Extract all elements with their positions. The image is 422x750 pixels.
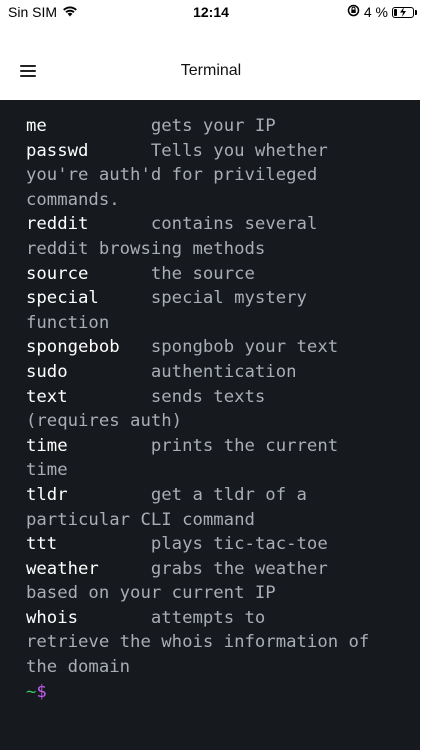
command-description: plays tic-tac-toe: [150, 534, 328, 555]
command-description: particular CLI command: [26, 509, 255, 530]
command-description: authentication: [150, 361, 297, 382]
page-title: Terminal: [180, 62, 242, 79]
command-description: attempts to: [150, 607, 266, 628]
prompt-dollar: $: [36, 681, 47, 702]
terminal-line: function: [26, 311, 416, 336]
terminal-line: the domain: [26, 655, 416, 680]
terminal-line: spongebob spongbob your text: [26, 335, 416, 360]
terminal-line: reddit contains several: [26, 212, 416, 237]
command-name: me: [26, 116, 47, 136]
terminal-line: based on your current IP: [26, 581, 416, 606]
command-description: the domain: [26, 657, 131, 678]
command-name: time: [26, 435, 68, 456]
terminal-line: text sends texts: [26, 385, 416, 410]
terminal-prompt[interactable]: ~$: [26, 680, 416, 705]
terminal-line: special special mystery: [26, 286, 416, 311]
terminal-output[interactable]: me gets your IP passwd Tells you whether y…: [0, 100, 420, 750]
command-description: prints the current: [150, 435, 339, 456]
command-description: reddit browsing methods: [26, 238, 266, 259]
command-name: reddit: [26, 214, 89, 235]
command-description: get a tldr of a: [150, 484, 307, 505]
terminal-line: retrieve the whois information of: [26, 630, 416, 655]
terminal-line: me gets your IP: [26, 114, 416, 139]
command-description: contains several: [150, 214, 318, 235]
command-description: function: [26, 312, 110, 333]
command-name: weather: [26, 558, 99, 579]
command-name: source: [26, 263, 89, 284]
command-description: sends texts: [150, 386, 266, 407]
terminal-line: tldr get a tldr of a: [26, 483, 416, 508]
terminal-line: ttt plays tic-tac-toe: [26, 532, 416, 557]
command-description: special mystery: [150, 288, 307, 309]
command-name: special: [26, 288, 99, 309]
status-bar: Sin SIM 12:14 4 %: [0, 0, 422, 24]
terminal-line: time prints the current: [26, 434, 416, 459]
command-description: the source: [150, 263, 255, 284]
terminal-line: commands.: [26, 188, 416, 213]
terminal-line: particular CLI command: [26, 508, 416, 533]
terminal-line: reddit browsing methods: [26, 237, 416, 262]
command-description: commands.: [26, 189, 120, 210]
terminal-line: passwd Tells you whether: [26, 139, 416, 164]
command-description: spongbob your text: [150, 337, 339, 358]
command-description: you're auth'd for privileged: [26, 165, 318, 186]
command-name: tldr: [26, 484, 68, 505]
command-name: ttt: [26, 534, 58, 555]
terminal-line: weather grabs the weather: [26, 557, 416, 582]
battery-percentage: 4 %: [363, 4, 388, 20]
terminal-line: source the source: [26, 262, 416, 287]
command-description: grabs the weather: [150, 558, 328, 579]
terminal-line: (requires auth): [26, 409, 416, 434]
command-name: passwd: [26, 140, 89, 161]
status-right: 4 %: [347, 4, 417, 20]
terminal-line: whois attempts to: [26, 606, 416, 631]
command-name: sudo: [26, 361, 68, 382]
terminal-line: time: [26, 458, 416, 483]
orientation-lock-icon: [347, 4, 360, 20]
battery-icon: [392, 6, 417, 18]
command-description: gets your IP: [150, 116, 276, 136]
navigation-bar: Terminal: [0, 24, 422, 100]
prompt-tilde: ~: [26, 681, 37, 702]
command-description: time: [26, 460, 68, 481]
terminal-line: you're auth'd for privileged: [26, 163, 416, 188]
command-name: whois: [26, 607, 79, 628]
terminal-line: sudo authentication: [26, 360, 416, 385]
command-name: spongebob: [26, 337, 120, 358]
command-description: retrieve the whois information of: [26, 632, 370, 653]
command-description: Tells you whether: [150, 140, 328, 161]
command-description: based on your current IP: [26, 583, 276, 604]
command-description: (requires auth): [26, 411, 183, 432]
command-name: text: [26, 386, 68, 407]
terminal-content: me gets your IP passwd Tells you whether y…: [26, 114, 416, 704]
